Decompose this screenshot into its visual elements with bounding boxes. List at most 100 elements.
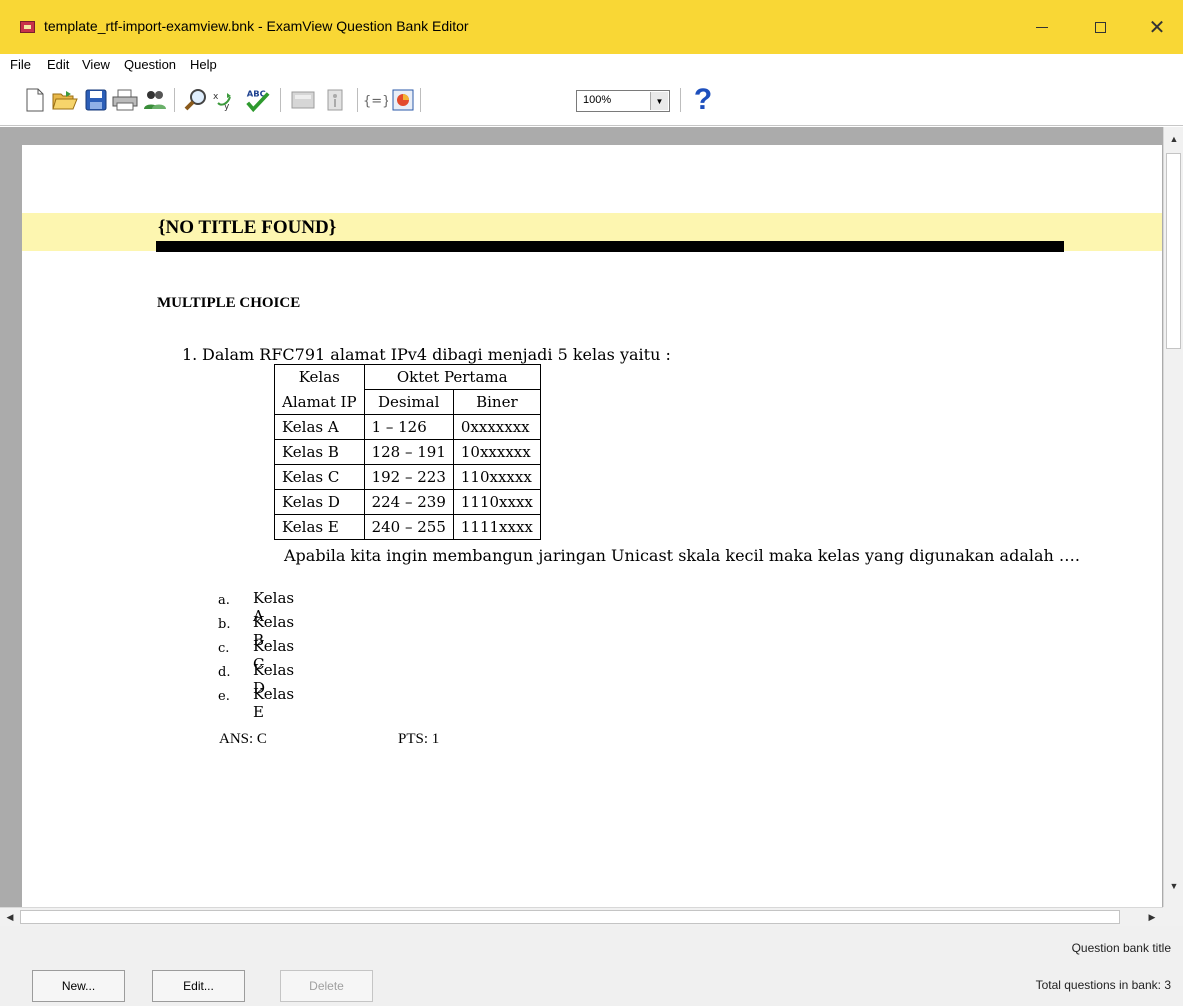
find-button[interactable] <box>183 87 209 113</box>
print-icon <box>112 89 138 111</box>
scroll-up-icon[interactable]: ▲ <box>1165 130 1183 148</box>
total-questions-label: Total questions in bank: 3 <box>1035 978 1171 992</box>
horizontal-scrollbar[interactable]: ◀ ▶ <box>0 907 1163 926</box>
variables-button[interactable]: xy <box>211 87 237 113</box>
vertical-scroll-thumb[interactable] <box>1166 153 1181 349</box>
table-cell-kelas: Kelas A <box>274 414 365 440</box>
maximize-icon <box>1094 21 1106 33</box>
choice-letter: a. <box>218 593 230 608</box>
points-value: PTS: 1 <box>398 731 440 747</box>
menu-file[interactable]: File <box>10 57 31 72</box>
edit-button[interactable]: Edit... <box>152 970 245 1002</box>
table-cell-desimal: 240 – 255 <box>363 514 454 540</box>
users-icon <box>144 91 166 109</box>
print-button[interactable] <box>112 87 138 113</box>
menu-view[interactable]: View <box>82 57 110 72</box>
minimize-button[interactable] <box>1022 12 1062 42</box>
vertical-scrollbar[interactable]: ▲ ▼ <box>1163 127 1183 907</box>
save-icon <box>85 89 107 111</box>
menu-bar: File Edit View Question Help <box>0 54 1183 76</box>
table-cell-kelas: Kelas B <box>274 439 365 465</box>
info-icon <box>327 89 343 111</box>
title-bar: template_rtf-import-examview.bnk - ExamV… <box>0 0 1183 54</box>
table-header-alamat: Alamat IP <box>274 389 365 415</box>
table-cell-desimal: 192 – 223 <box>363 464 454 490</box>
table-row: Kelas E 240 – 255 1111xxxx <box>274 514 541 540</box>
calculator-icon <box>291 91 315 109</box>
minimize-icon <box>1036 26 1048 28</box>
table-cell-kelas: Kelas C <box>274 464 365 490</box>
equation-button[interactable]: {=} <box>362 87 388 113</box>
close-button[interactable]: ✕ <box>1137 12 1177 42</box>
document-area: {NO TITLE FOUND} MULTIPLE CHOICE 1. Dala… <box>0 127 1183 907</box>
svg-text:x: x <box>213 92 219 102</box>
table-cell-biner: 0xxxxxxx <box>452 414 541 440</box>
table-cell-biner: 1111xxxx <box>452 514 541 540</box>
ip-class-table: Kelas Oktet Pertama Alamat IP Desimal Bi… <box>274 364 541 540</box>
question-stem-continued: Apabila kita ingin membangun jaringan Un… <box>284 546 1081 565</box>
scroll-left-icon[interactable]: ◀ <box>1 908 19 926</box>
answer-key: ANS: C <box>219 731 267 747</box>
users-button[interactable] <box>142 87 168 113</box>
table-row: Kelas B 128 – 191 10xxxxxx <box>274 439 541 465</box>
table-header-oktet: Oktet Pertama <box>363 364 541 390</box>
delete-button[interactable]: Delete <box>280 970 373 1002</box>
calculator-button[interactable] <box>290 87 316 113</box>
svg-text:{=}: {=} <box>363 94 388 109</box>
choice-text: Kelas E <box>253 685 295 721</box>
menu-question[interactable]: Question <box>124 57 176 72</box>
horizontal-scroll-thumb[interactable] <box>20 910 1120 924</box>
toolbar-separator <box>174 88 175 112</box>
open-button[interactable] <box>52 87 78 113</box>
table-cell-kelas: Kelas D <box>274 489 365 515</box>
title-rule <box>156 241 1064 252</box>
equation-icon: {=} <box>363 94 388 109</box>
section-heading: MULTIPLE CHOICE <box>157 295 301 311</box>
table-header-biner: Biner <box>452 389 541 415</box>
bottom-panel: Question bank title Total questions in b… <box>0 926 1183 1006</box>
spellcheck-button[interactable]: ABC <box>244 87 270 113</box>
toolbar-separator <box>420 88 421 112</box>
app-icon <box>20 21 35 33</box>
spellcheck-icon: ABC <box>246 88 270 113</box>
open-folder-icon <box>52 91 78 110</box>
zoom-select[interactable]: 100% ▼ <box>576 90 670 112</box>
toolbar-separator <box>680 88 681 112</box>
table-row: Kelas C 192 – 223 110xxxxx <box>274 464 541 490</box>
search-icon <box>184 89 206 111</box>
help-button[interactable]: ? <box>690 82 716 118</box>
table-cell-desimal: 1 – 126 <box>363 414 454 440</box>
table-cell-biner: 1110xxxx <box>452 489 541 515</box>
choice-letter: c. <box>218 641 230 656</box>
scroll-down-icon[interactable]: ▼ <box>1165 877 1183 895</box>
document-title: {NO TITLE FOUND} <box>158 217 337 238</box>
menu-help[interactable]: Help <box>190 57 217 72</box>
toolbar-separator <box>357 88 358 112</box>
table-row: Kelas A 1 – 126 0xxxxxxx <box>274 414 541 440</box>
maximize-button[interactable] <box>1080 12 1120 42</box>
scroll-right-icon[interactable]: ▶ <box>1143 908 1161 926</box>
save-button[interactable] <box>83 87 109 113</box>
toolbar-separator <box>280 88 281 112</box>
info-button[interactable] <box>322 87 348 113</box>
table-header-kelas: Kelas <box>274 364 365 390</box>
table-cell-biner: 10xxxxxx <box>452 439 541 465</box>
toolbar: xy ABC {=} 100% ▼ ? <box>0 76 1183 126</box>
table-cell-desimal: 128 – 191 <box>363 439 454 465</box>
document-page: {NO TITLE FOUND} MULTIPLE CHOICE 1. Dala… <box>22 145 1162 907</box>
new-file-button[interactable] <box>22 87 48 113</box>
choice-letter: e. <box>218 689 230 704</box>
table-cell-kelas: Kelas E <box>274 514 365 540</box>
new-file-icon <box>26 88 44 112</box>
question-stem: Dalam RFC791 alamat IPv4 dibagi menjadi … <box>202 345 671 364</box>
chart-icon <box>392 89 414 111</box>
new-button[interactable]: New... <box>32 970 125 1002</box>
menu-edit[interactable]: Edit <box>47 57 69 72</box>
chart-button[interactable] <box>390 87 416 113</box>
window-title: template_rtf-import-examview.bnk - ExamV… <box>44 18 469 34</box>
variables-icon: xy <box>213 92 231 111</box>
table-row: Kelas D 224 – 239 1110xxxx <box>274 489 541 515</box>
choice-letter: b. <box>218 617 231 632</box>
chevron-down-icon[interactable]: ▼ <box>650 92 668 110</box>
table-cell-biner: 110xxxxx <box>452 464 541 490</box>
